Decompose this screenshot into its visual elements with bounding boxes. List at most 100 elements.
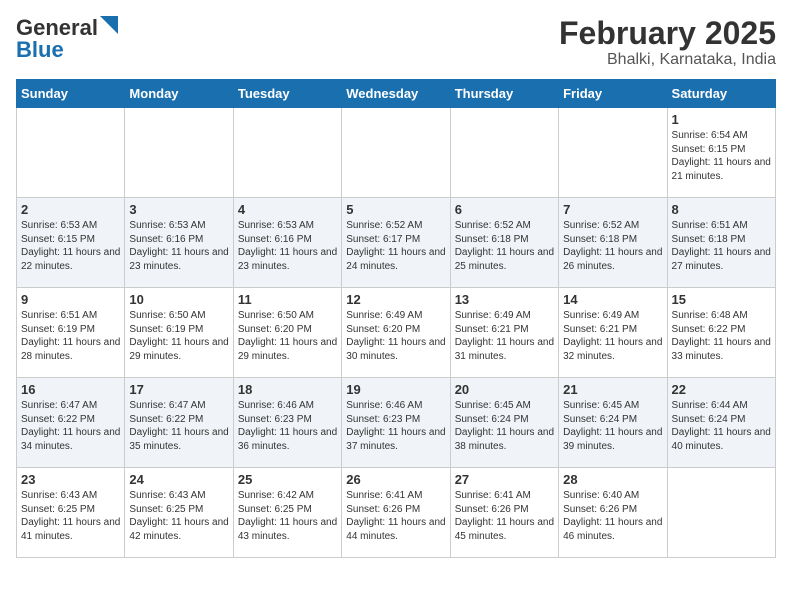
calendar-table: SundayMondayTuesdayWednesdayThursdayFrid… <box>16 79 776 558</box>
calendar-day-cell: 21Sunrise: 6:45 AMSunset: 6:24 PMDayligh… <box>559 378 667 468</box>
day-number: 26 <box>346 472 445 487</box>
day-number: 4 <box>238 202 337 217</box>
day-number: 27 <box>455 472 554 487</box>
day-info: Sunrise: 6:53 AMSunset: 6:16 PMDaylight:… <box>129 219 228 273</box>
calendar-day-cell: 23 Sunrise: 6:43 AMSunset: 6:25 PMDayligh… <box>17 468 125 558</box>
day-info: Sunrise: 6:49 AMSunset: 6:20 PMDaylight:… <box>346 309 445 363</box>
day-number: 7 <box>563 202 662 217</box>
day-number: 14 <box>563 292 662 307</box>
day-info: Sunrise: 6:53 AMSunset: 6:16 PMDaylight:… <box>238 219 337 273</box>
day-number: 16 <box>21 382 120 397</box>
calendar-day-cell: 15 Sunrise: 6:48 AMSunset: 6:22 PMDayligh… <box>667 288 775 378</box>
calendar-weekday-monday: Monday <box>125 80 233 108</box>
calendar-day-cell: 17Sunrise: 6:47 AMSunset: 6:22 PMDayligh… <box>125 378 233 468</box>
logo-icon <box>100 16 118 34</box>
calendar-day-cell: 4 Sunrise: 6:53 AMSunset: 6:16 PMDaylight… <box>233 198 341 288</box>
day-info: Sunrise: 6:41 AMSunset: 6:26 PMDaylight:… <box>346 489 445 543</box>
calendar-weekday-tuesday: Tuesday <box>233 80 341 108</box>
day-number: 23 <box>21 472 120 487</box>
calendar-day-cell: 19 Sunrise: 6:46 AMSunset: 6:23 PMDayligh… <box>342 378 450 468</box>
calendar-day-cell <box>17 108 125 198</box>
logo: General Blue <box>16 16 118 61</box>
day-info: Sunrise: 6:49 AMSunset: 6:21 PMDaylight:… <box>563 309 662 363</box>
day-info: Sunrise: 6:43 AMSunset: 6:25 PMDaylight:… <box>129 489 228 543</box>
day-number: 13 <box>455 292 554 307</box>
calendar-day-cell: 18 Sunrise: 6:46 AMSunset: 6:23 PMDayligh… <box>233 378 341 468</box>
day-info: Sunrise: 6:44 AMSunset: 6:24 PMDaylight:… <box>672 399 771 453</box>
calendar-day-cell: 8Sunrise: 6:51 AMSunset: 6:18 PMDaylight… <box>667 198 775 288</box>
calendar-week-row: 16 Sunrise: 6:47 AMSunset: 6:22 PMDayligh… <box>17 378 776 468</box>
calendar-day-cell: 10 Sunrise: 6:50 AMSunset: 6:19 PMDayligh… <box>125 288 233 378</box>
calendar-day-cell: 20 Sunrise: 6:45 AMSunset: 6:24 PMDayligh… <box>450 378 558 468</box>
calendar-weekday-thursday: Thursday <box>450 80 558 108</box>
day-info: Sunrise: 6:52 AMSunset: 6:18 PMDaylight:… <box>455 219 554 273</box>
day-info: Sunrise: 6:42 AMSunset: 6:25 PMDaylight:… <box>238 489 337 543</box>
day-info: Sunrise: 6:51 AMSunset: 6:18 PMDaylight:… <box>672 219 771 273</box>
calendar-day-cell: 13Sunrise: 6:49 AMSunset: 6:21 PMDayligh… <box>450 288 558 378</box>
calendar-week-row: 2 Sunrise: 6:53 AMSunset: 6:15 PMDaylight… <box>17 198 776 288</box>
calendar-day-cell: 7 Sunrise: 6:52 AMSunset: 6:18 PMDaylight… <box>559 198 667 288</box>
calendar-day-cell: 26 Sunrise: 6:41 AMSunset: 6:26 PMDayligh… <box>342 468 450 558</box>
day-number: 11 <box>238 292 337 307</box>
day-info: Sunrise: 6:45 AMSunset: 6:24 PMDaylight:… <box>455 399 554 453</box>
month-title: February 2025 <box>559 16 776 51</box>
day-info: Sunrise: 6:48 AMSunset: 6:22 PMDaylight:… <box>672 309 771 363</box>
day-info: Sunrise: 6:41 AMSunset: 6:26 PMDaylight:… <box>455 489 554 543</box>
day-number: 6 <box>455 202 554 217</box>
calendar-day-cell <box>125 108 233 198</box>
day-number: 10 <box>129 292 228 307</box>
calendar-weekday-sunday: Sunday <box>17 80 125 108</box>
day-number: 20 <box>455 382 554 397</box>
day-info: Sunrise: 6:46 AMSunset: 6:23 PMDaylight:… <box>238 399 337 453</box>
day-info: Sunrise: 6:43 AMSunset: 6:25 PMDaylight:… <box>21 489 120 543</box>
day-number: 9 <box>21 292 120 307</box>
calendar-day-cell: 24 Sunrise: 6:43 AMSunset: 6:25 PMDayligh… <box>125 468 233 558</box>
day-number: 22 <box>672 382 771 397</box>
calendar-header-row: SundayMondayTuesdayWednesdayThursdayFrid… <box>17 80 776 108</box>
day-info: Sunrise: 6:50 AMSunset: 6:19 PMDaylight:… <box>129 309 228 363</box>
calendar-day-cell: 22 Sunrise: 6:44 AMSunset: 6:24 PMDayligh… <box>667 378 775 468</box>
calendar-day-cell: 12 Sunrise: 6:49 AMSunset: 6:20 PMDayligh… <box>342 288 450 378</box>
logo-general-text: General <box>16 17 98 39</box>
calendar-weekday-saturday: Saturday <box>667 80 775 108</box>
day-info: Sunrise: 6:47 AMSunset: 6:22 PMDaylight:… <box>21 399 120 453</box>
day-info: Sunrise: 6:46 AMSunset: 6:23 PMDaylight:… <box>346 399 445 453</box>
calendar-day-cell: 3Sunrise: 6:53 AMSunset: 6:16 PMDaylight… <box>125 198 233 288</box>
day-number: 2 <box>21 202 120 217</box>
day-number: 12 <box>346 292 445 307</box>
day-number: 17 <box>129 382 228 397</box>
calendar-day-cell: 25 Sunrise: 6:42 AMSunset: 6:25 PMDayligh… <box>233 468 341 558</box>
day-info: Sunrise: 6:40 AMSunset: 6:26 PMDaylight:… <box>563 489 662 543</box>
day-info: Sunrise: 6:45 AMSunset: 6:24 PMDaylight:… <box>563 399 662 453</box>
day-number: 15 <box>672 292 771 307</box>
day-number: 18 <box>238 382 337 397</box>
calendar-day-cell: 1 Sunrise: 6:54 AMSunset: 6:15 PMDaylight… <box>667 108 775 198</box>
day-info: Sunrise: 6:54 AMSunset: 6:15 PMDaylight:… <box>672 129 771 183</box>
calendar-day-cell: 5 Sunrise: 6:52 AMSunset: 6:17 PMDaylight… <box>342 198 450 288</box>
calendar-day-cell: 9 Sunrise: 6:51 AMSunset: 6:19 PMDaylight… <box>17 288 125 378</box>
calendar-day-cell: 2 Sunrise: 6:53 AMSunset: 6:15 PMDaylight… <box>17 198 125 288</box>
calendar-day-cell <box>342 108 450 198</box>
calendar-weekday-wednesday: Wednesday <box>342 80 450 108</box>
calendar-week-row: 23 Sunrise: 6:43 AMSunset: 6:25 PMDayligh… <box>17 468 776 558</box>
day-number: 25 <box>238 472 337 487</box>
day-number: 19 <box>346 382 445 397</box>
day-info: Sunrise: 6:52 AMSunset: 6:18 PMDaylight:… <box>563 219 662 273</box>
day-info: Sunrise: 6:51 AMSunset: 6:19 PMDaylight:… <box>21 309 120 363</box>
calendar-day-cell: 11 Sunrise: 6:50 AMSunset: 6:20 PMDayligh… <box>233 288 341 378</box>
page-header: General Blue February 2025 Bhalki, Karna… <box>16 16 776 69</box>
day-number: 1 <box>672 112 771 127</box>
day-number: 28 <box>563 472 662 487</box>
calendar-day-cell <box>667 468 775 558</box>
calendar-day-cell <box>233 108 341 198</box>
day-info: Sunrise: 6:52 AMSunset: 6:17 PMDaylight:… <box>346 219 445 273</box>
logo-blue-text: Blue <box>16 39 64 61</box>
day-info: Sunrise: 6:50 AMSunset: 6:20 PMDaylight:… <box>238 309 337 363</box>
calendar-day-cell: 6 Sunrise: 6:52 AMSunset: 6:18 PMDaylight… <box>450 198 558 288</box>
day-number: 24 <box>129 472 228 487</box>
day-number: 5 <box>346 202 445 217</box>
calendar-day-cell: 28 Sunrise: 6:40 AMSunset: 6:26 PMDayligh… <box>559 468 667 558</box>
calendar-day-cell <box>450 108 558 198</box>
calendar-weekday-friday: Friday <box>559 80 667 108</box>
day-info: Sunrise: 6:53 AMSunset: 6:15 PMDaylight:… <box>21 219 120 273</box>
